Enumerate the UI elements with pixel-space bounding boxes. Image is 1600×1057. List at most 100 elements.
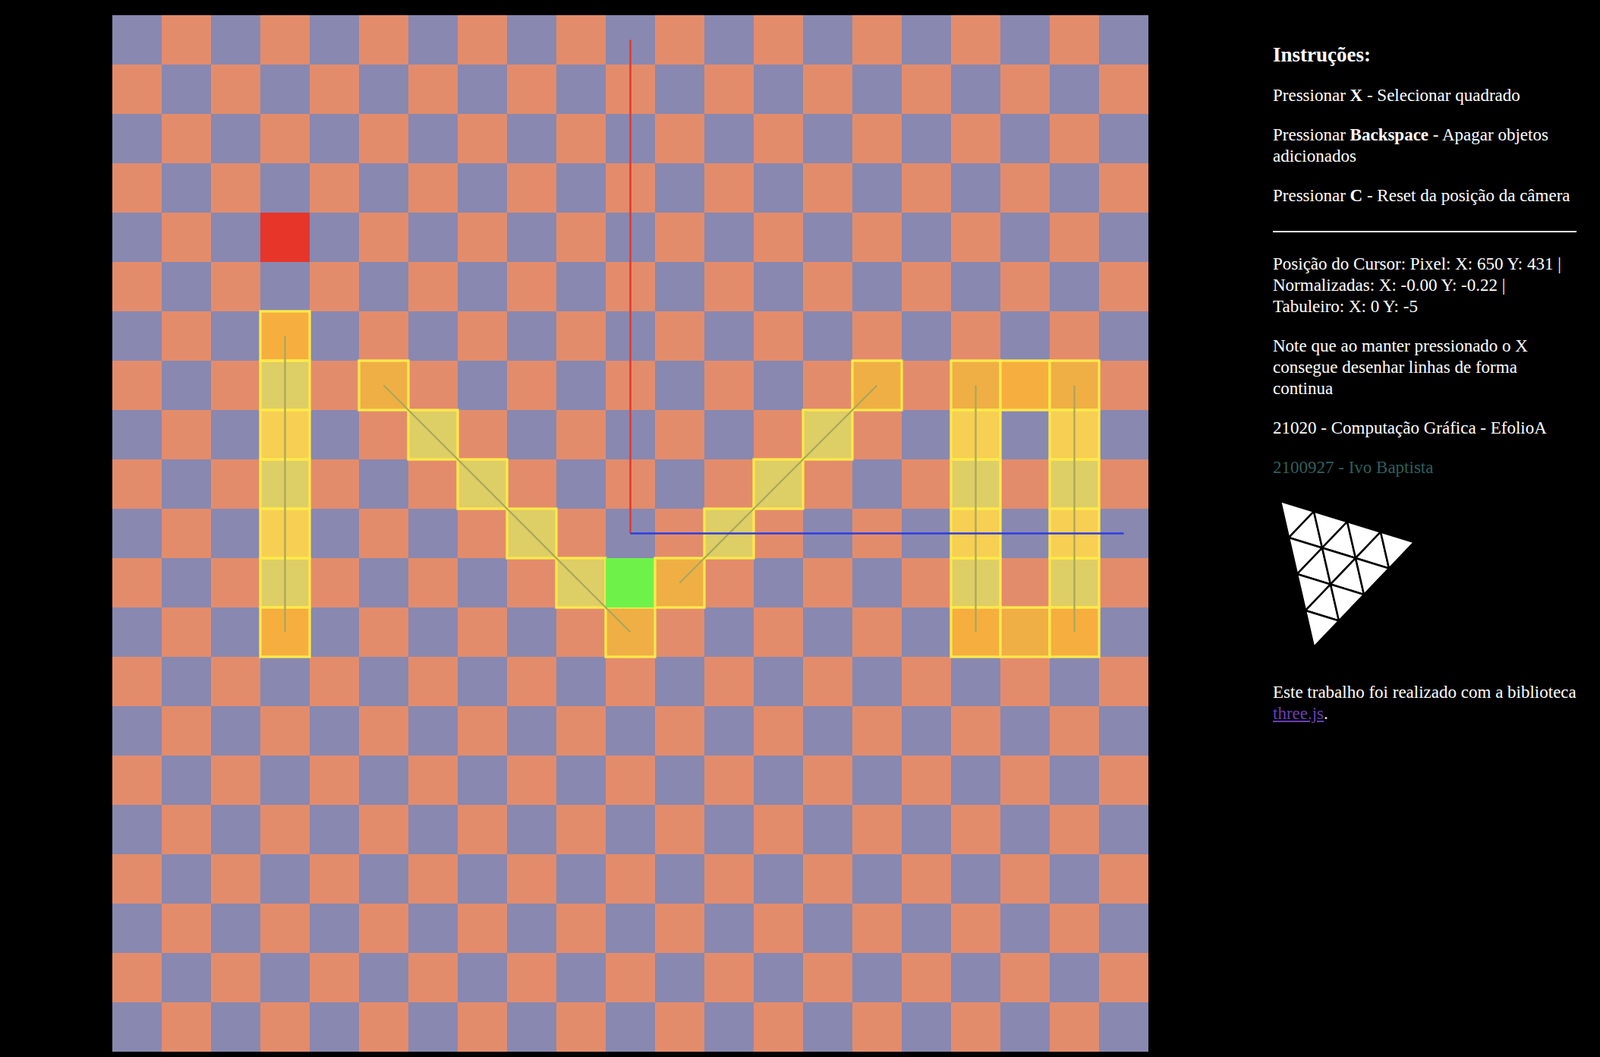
board-square[interactable] [359, 853, 409, 904]
board-square[interactable] [704, 952, 754, 1002]
board-square[interactable] [1099, 113, 1149, 164]
board-square[interactable] [803, 656, 853, 706]
board-square[interactable] [211, 903, 261, 953]
board-square[interactable] [1049, 212, 1100, 262]
board-square[interactable] [161, 607, 212, 657]
board-square[interactable] [1099, 903, 1149, 953]
board-square[interactable] [260, 15, 310, 65]
board-square[interactable] [260, 804, 310, 854]
board-square[interactable] [753, 261, 804, 312]
board-square[interactable] [507, 853, 557, 904]
board-square[interactable] [753, 64, 804, 114]
board-square[interactable] [112, 755, 162, 805]
board-square[interactable] [1099, 311, 1149, 361]
board-square[interactable] [260, 64, 310, 114]
board-square[interactable] [1000, 64, 1050, 114]
board-square[interactable] [1099, 952, 1149, 1002]
board-square[interactable] [211, 409, 261, 460]
board-square[interactable] [1000, 113, 1050, 164]
board-square[interactable] [753, 311, 804, 361]
board-square[interactable] [1000, 212, 1050, 262]
board-square[interactable] [655, 360, 705, 410]
board-square[interactable] [753, 903, 804, 953]
board-square[interactable] [112, 409, 162, 460]
board-square[interactable] [704, 64, 754, 114]
board-square[interactable] [901, 853, 952, 904]
board-square[interactable] [1099, 15, 1149, 65]
board-square[interactable] [655, 755, 705, 805]
board-square[interactable] [803, 311, 853, 361]
board-square[interactable] [852, 15, 902, 65]
board-square[interactable] [408, 952, 458, 1002]
board-square[interactable] [1099, 607, 1149, 657]
board-square[interactable] [803, 607, 853, 657]
board-square[interactable] [211, 705, 261, 756]
board-square[interactable] [655, 952, 705, 1002]
board-square[interactable] [161, 903, 212, 953]
board-square[interactable] [211, 607, 261, 657]
board-square[interactable] [803, 557, 853, 608]
board-square[interactable] [1099, 705, 1149, 756]
board-square[interactable] [161, 15, 212, 65]
board-square[interactable] [655, 113, 705, 164]
board-square[interactable] [260, 853, 310, 904]
board-square[interactable] [507, 163, 557, 213]
board-square[interactable] [309, 508, 360, 558]
board-square[interactable] [507, 409, 557, 460]
board-square[interactable] [408, 212, 458, 262]
board-square[interactable] [753, 755, 804, 805]
board-square[interactable] [803, 952, 853, 1002]
board-square[interactable] [605, 804, 656, 854]
board-square[interactable] [457, 409, 508, 460]
board-square[interactable] [211, 64, 261, 114]
board-square[interactable] [901, 804, 952, 854]
board-square[interactable] [951, 952, 1001, 1002]
board-square[interactable] [1099, 656, 1149, 706]
board-square[interactable] [803, 705, 853, 756]
board-square[interactable] [704, 311, 754, 361]
board-square[interactable] [359, 409, 409, 460]
board-square[interactable] [556, 459, 606, 509]
board-square[interactable] [556, 607, 606, 657]
board-square[interactable] [408, 853, 458, 904]
board-square[interactable] [1049, 15, 1100, 65]
board-square[interactable] [655, 261, 705, 312]
board-square[interactable] [408, 311, 458, 361]
board-square[interactable] [457, 15, 508, 65]
board-square[interactable] [704, 261, 754, 312]
board-square[interactable] [408, 360, 458, 410]
board-square[interactable] [161, 212, 212, 262]
board-square[interactable] [803, 804, 853, 854]
board-square[interactable] [753, 952, 804, 1002]
board-square[interactable] [901, 64, 952, 114]
board-canvas[interactable] [0, 0, 1273, 1057]
board-square[interactable] [556, 853, 606, 904]
board-square[interactable] [112, 64, 162, 114]
board-square[interactable] [951, 163, 1001, 213]
board-square[interactable] [803, 163, 853, 213]
board-square[interactable] [211, 755, 261, 805]
board-square[interactable] [753, 656, 804, 706]
board-square[interactable] [359, 705, 409, 756]
board-square[interactable] [1000, 311, 1050, 361]
board-square[interactable] [507, 311, 557, 361]
board-square[interactable] [211, 311, 261, 361]
board-square[interactable] [359, 508, 409, 558]
board-square[interactable] [161, 557, 212, 608]
board-square[interactable] [507, 212, 557, 262]
board-square[interactable] [704, 459, 754, 509]
board-square[interactable] [1049, 656, 1100, 706]
board-square[interactable] [704, 163, 754, 213]
board-square[interactable] [507, 804, 557, 854]
board-square[interactable] [211, 656, 261, 706]
board-square[interactable] [359, 952, 409, 1002]
board-square[interactable] [753, 705, 804, 756]
board-square[interactable] [852, 607, 902, 657]
board-square[interactable] [951, 261, 1001, 312]
board-square[interactable] [260, 163, 310, 213]
board-square[interactable] [605, 853, 656, 904]
board-square[interactable] [605, 1001, 656, 1052]
board-square[interactable] [457, 1001, 508, 1052]
board-square[interactable] [1049, 755, 1100, 805]
board-square[interactable] [457, 853, 508, 904]
